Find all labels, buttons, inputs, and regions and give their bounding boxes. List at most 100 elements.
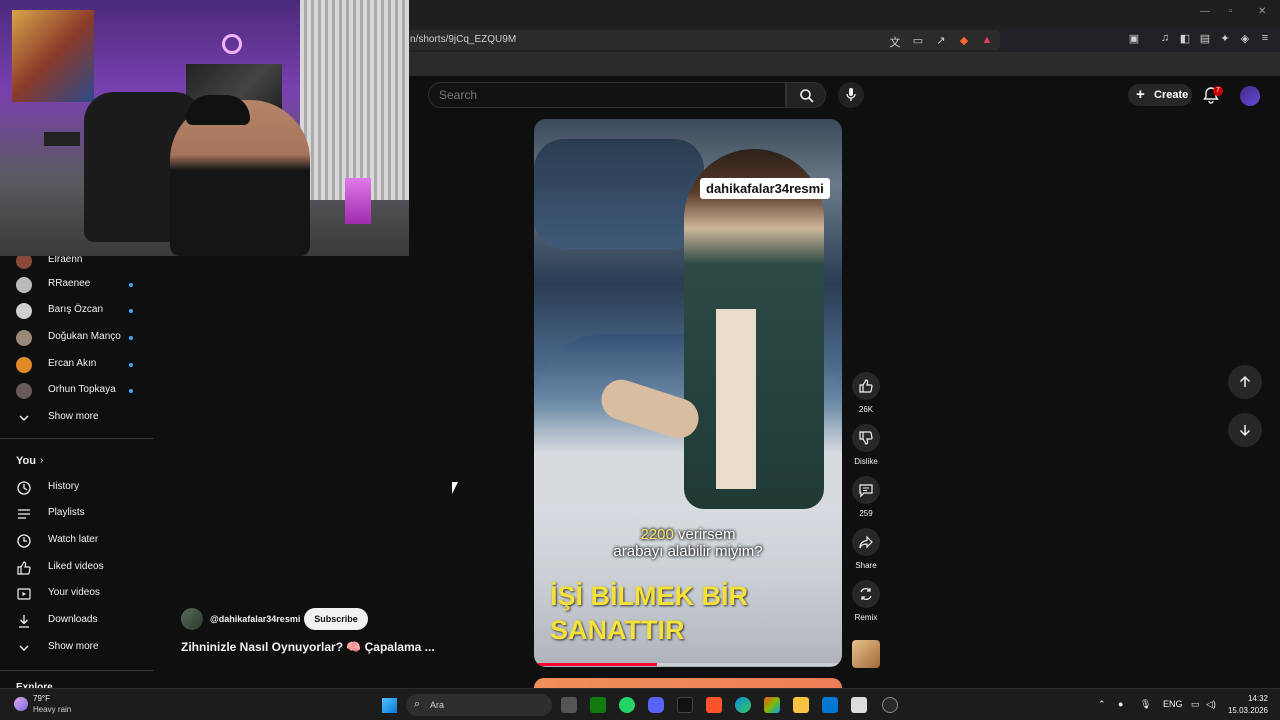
tab-icon[interactable]: ▣ [1127, 32, 1141, 46]
new-content-dot [129, 336, 133, 340]
audio-thumbnail[interactable] [852, 640, 880, 668]
edge-icon[interactable] [735, 697, 751, 713]
weather-temperature[interactable]: 79°F [33, 694, 50, 703]
webcam-overlay [0, 0, 409, 256]
maximize-icon[interactable]: ▫ [1229, 6, 1233, 17]
active-app-icon[interactable] [882, 697, 898, 713]
account-avatar[interactable] [1240, 86, 1260, 106]
channel-avatar[interactable] [181, 608, 203, 630]
sidebar-item-subscription[interactable]: Barış Özcan [0, 298, 153, 324]
dislike-label: Dislike [854, 457, 878, 466]
subtitle-number: 2200 [640, 526, 674, 543]
store-icon[interactable] [851, 697, 867, 713]
menu-icon[interactable]: ≡ [1258, 32, 1272, 46]
microphone-tray-icon[interactable]: 🎙 [1140, 699, 1151, 710]
discord-icon[interactable] [648, 697, 664, 713]
task-view-icon[interactable] [561, 697, 577, 713]
sidebar-show-more[interactable]: Show more [0, 405, 153, 431]
whatsapp-icon[interactable] [619, 697, 635, 713]
sidebar-toggle-icon[interactable]: ◧ [1178, 32, 1192, 46]
sidebar-item-playlists[interactable]: Playlists [0, 501, 153, 527]
notification-badge: 7 [1213, 86, 1223, 96]
rewards-icon[interactable]: ▲ [980, 34, 994, 48]
taskbar-search[interactable]: ⌕ Ara [406, 694, 552, 716]
window-blinds [300, 0, 409, 200]
previous-short-button[interactable] [1228, 365, 1262, 399]
network-icon[interactable]: ▭ [1191, 699, 1200, 710]
clock-date[interactable]: 15.03.2026 [1222, 706, 1268, 715]
create-label: Create [1154, 89, 1189, 101]
xbox-icon[interactable] [590, 697, 606, 713]
sidebar-item-subscription[interactable]: Ercan Akın [0, 352, 153, 378]
weather-icon[interactable] [14, 697, 28, 711]
download-icon [19, 615, 29, 628]
sidebar-item-your-videos[interactable]: Your videos [0, 581, 153, 607]
vpn-icon[interactable]: ◈ [1238, 32, 1252, 46]
chevron-down-icon [19, 415, 29, 421]
new-content-dot [129, 309, 133, 313]
new-content-dot [129, 389, 133, 393]
brave-shield-icon[interactable]: ◆ [957, 34, 971, 48]
subscribe-button[interactable]: Subscribe [304, 608, 368, 630]
windows-start-icon[interactable] [382, 698, 397, 713]
remix-button[interactable]: Remix [851, 580, 881, 622]
sidebar-item-downloads[interactable]: Downloads [0, 608, 153, 634]
cast-icon[interactable]: ▭ [911, 34, 925, 48]
brave-browser-icon[interactable] [706, 697, 722, 713]
dislike-button[interactable]: Dislike [851, 424, 881, 466]
pink-lamp [345, 178, 371, 224]
show-more-label: Show more [48, 411, 99, 422]
your-videos-icon [17, 588, 31, 600]
search-button[interactable] [786, 82, 826, 108]
mouse-cursor [452, 482, 458, 494]
weather-condition[interactable]: Heavy rain [33, 705, 71, 714]
volume-icon[interactable]: ◁) [1206, 699, 1216, 710]
tray-chevron-up-icon[interactable]: ⌃ [1098, 699, 1106, 710]
sidebar-item-subscription[interactable]: RRaenee [0, 272, 153, 298]
next-short-button[interactable] [1228, 413, 1262, 447]
file-explorer-icon[interactable] [793, 697, 809, 713]
video-progress-bar[interactable] [534, 663, 842, 666]
channel-avatar [16, 383, 32, 399]
sidebar-item-subscription[interactable]: Doğukan Manço [0, 325, 153, 351]
wallet-icon[interactable]: ▤ [1198, 32, 1212, 46]
create-button[interactable]: + Create [1128, 84, 1192, 106]
sidebar-show-more[interactable]: Show more [0, 635, 153, 661]
translate-icon[interactable]: 文 [888, 34, 902, 49]
sidebar-item-liked-videos[interactable]: Liked videos [0, 555, 153, 581]
show-more-label: Show more [48, 641, 99, 652]
copilot-icon[interactable] [764, 697, 780, 713]
capcut-icon[interactable] [677, 697, 693, 713]
chevron-right-icon[interactable]: › [40, 455, 43, 466]
arrow-down-icon [1239, 425, 1251, 437]
channel-handle[interactable]: @dahikafalar34resmi [210, 614, 300, 624]
minimize-icon[interactable]: — [1200, 6, 1210, 17]
music-icon[interactable]: ♫ [1158, 32, 1172, 46]
video-overlay-text: İŞİ BİLMEK BİR SANATTIR [550, 579, 830, 647]
comment-count: 259 [859, 509, 873, 518]
share-button[interactable]: Share [851, 528, 881, 570]
clock-time[interactable]: 14:32 [1234, 694, 1268, 703]
you-section-title[interactable]: You [16, 455, 36, 467]
ai-icon[interactable]: ✦ [1218, 32, 1232, 46]
sidebar-divider [0, 670, 153, 671]
streamer-hair [186, 95, 250, 125]
share-page-icon[interactable]: ↗ [934, 34, 948, 48]
comments-button[interactable]: 259 [851, 476, 881, 518]
sidebar-item-history[interactable]: History [0, 475, 153, 501]
video-title[interactable]: Zihninizle Nasıl Oynuyorlar? 🧠 Çapalama … [181, 640, 435, 654]
video-watermark: dahikafalar34resmi [700, 178, 830, 199]
short-video-player[interactable]: dahikafalar34resmi 2200 verirsem arabayı… [534, 119, 842, 667]
language-indicator[interactable]: ENG [1163, 699, 1183, 709]
sidebar-item-label: Downloads [48, 614, 98, 625]
search-input[interactable] [439, 88, 769, 102]
outlook-icon[interactable] [822, 697, 838, 713]
like-button[interactable]: 26K [851, 372, 881, 414]
close-icon[interactable]: ✕ [1258, 6, 1266, 17]
sidebar-item-subscription[interactable]: Orhun Topkaya [0, 378, 153, 404]
url-field[interactable]: n/shorts/9jCq_EZQU9M 文 ▭ ↗ ◆ ▲ [400, 30, 1000, 50]
voice-search-button[interactable] [838, 82, 864, 108]
search-icon: ⌕ [414, 698, 421, 710]
sidebar-item-watch-later[interactable]: Watch later [0, 528, 153, 554]
tray-app-icon[interactable]: ● [1118, 699, 1123, 709]
